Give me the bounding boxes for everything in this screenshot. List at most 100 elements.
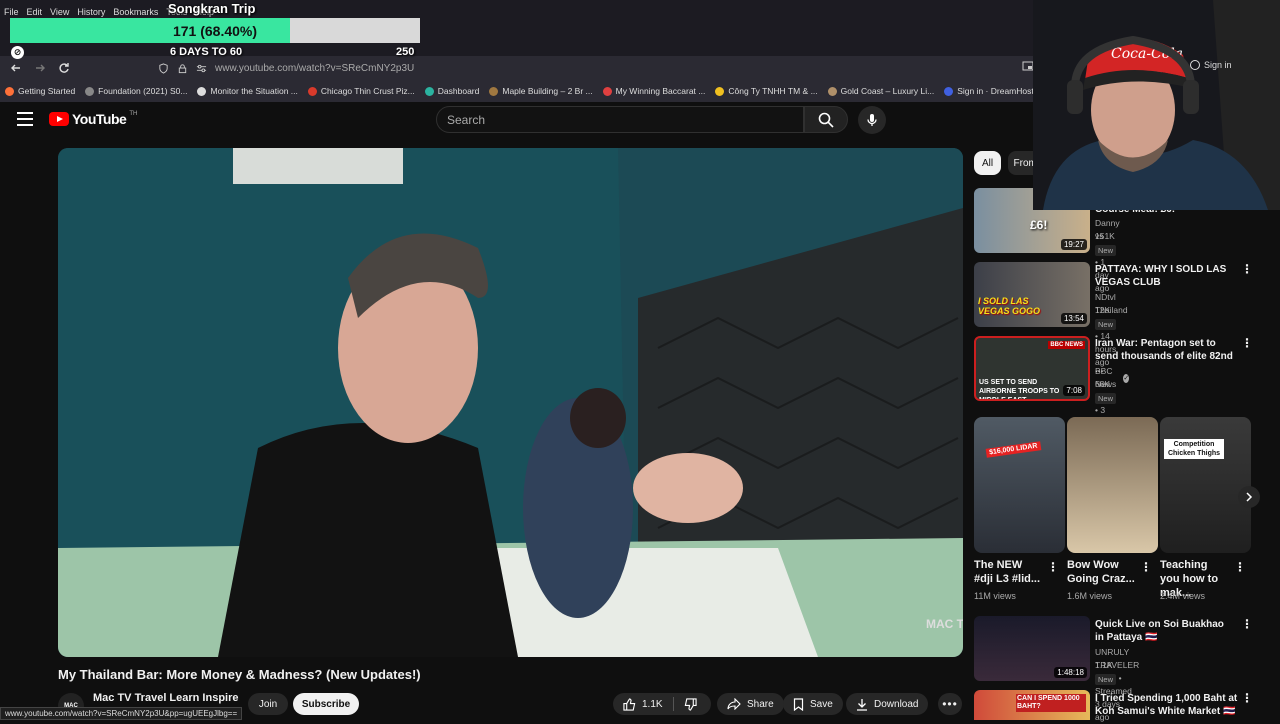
bookmark-label: Chicago Thin Crust Piz... [320, 86, 415, 96]
new-badge: New [1095, 245, 1117, 256]
menu-icon[interactable] [17, 112, 33, 126]
short-thumbnail[interactable] [1067, 417, 1158, 553]
bookmark-item[interactable]: Monitor the Situation ... [192, 86, 302, 96]
save-label: Save [810, 698, 833, 710]
menu-bookmarks[interactable]: Bookmarks [113, 7, 158, 17]
back-button[interactable] [4, 56, 28, 80]
bookmark-item[interactable]: Gold Coast – Luxury Li... [823, 86, 940, 96]
reload-button[interactable] [52, 56, 76, 80]
like-count: 1.1K [642, 698, 663, 710]
url-text[interactable]: www.youtube.com/watch?v=SReCmNY2p3U [215, 63, 414, 74]
thumbs-down-icon[interactable] [684, 697, 697, 711]
bookmark-item[interactable]: Công Ty TNHH TM & ... [710, 86, 822, 96]
bookmark-item[interactable]: My Winning Baccarat ... [598, 86, 711, 96]
bookmark-favicon-icon [307, 86, 317, 96]
download-icon [857, 698, 867, 711]
webcam-overlay: Coca-Cola Sign in [1033, 0, 1280, 210]
menu-history[interactable]: History [77, 7, 105, 17]
search-icon [818, 112, 834, 128]
back-arrow-icon [11, 64, 20, 72]
bookmark-label: Getting Started [18, 86, 76, 96]
search-box [436, 106, 804, 133]
bbc-news-logo: BBC NEWS [1048, 341, 1085, 349]
bookmark-favicon-icon [944, 86, 954, 96]
like-dislike-group: 1.1K [613, 693, 711, 715]
thumbnail-text: I SOLD LAS VEGAS GOGO [978, 296, 1041, 316]
bookmark-item[interactable]: Foundation (2021) S0... [80, 86, 192, 96]
bookmark-label: Gold Coast – Luxury Li... [840, 86, 935, 96]
short-title[interactable]: Bow Wow Going Craz... [1067, 558, 1137, 586]
menu-file[interactable]: File [4, 7, 19, 17]
lock-icon [178, 63, 187, 73]
video-title: Quick Live on Soi Buakhao in Pattaya 🇹🇭 [1095, 619, 1224, 643]
short-views: 2.4M views [1160, 591, 1206, 601]
bookmark-favicon-icon [715, 86, 725, 96]
short-title[interactable]: The NEW #dji L3 #lid... [974, 558, 1044, 586]
new-badge: New [1095, 674, 1117, 685]
thumbnail-text: US SET TO SEND AIRBORNE TROOPS TO MIDDLE… [979, 379, 1060, 401]
more-vertical-icon[interactable]: ⋮ [1241, 617, 1253, 631]
bookmark-item[interactable]: Chicago Thin Crust Piz... [303, 86, 420, 96]
bookmark-favicon-icon [424, 86, 434, 96]
more-vertical-icon[interactable]: ⋮ [1140, 560, 1152, 574]
forward-button[interactable] [28, 56, 52, 80]
thumbs-up-icon[interactable] [623, 697, 636, 711]
bookmark-item[interactable]: Dashboard [420, 86, 485, 96]
overlay-goal-text: 250 [396, 46, 415, 58]
bookmark-favicon-icon [85, 86, 95, 96]
bookmark-favicon-icon [827, 86, 837, 96]
short-thumbnail[interactable]: $16,000 LIDAR [974, 417, 1065, 553]
more-vertical-icon[interactable]: ⋮ [1047, 560, 1059, 574]
account-circle-icon [1190, 60, 1200, 70]
video-title: I Tried Spending 1,000 Baht at Koh Samui… [1095, 693, 1238, 717]
short-views: 1.6M views [1067, 591, 1113, 601]
more-vertical-icon[interactable]: ⋮ [1241, 691, 1253, 705]
chip-all[interactable]: All [974, 151, 1001, 175]
voice-search-button[interactable] [858, 106, 886, 134]
video-duration: 19:27 [1060, 239, 1087, 250]
shorts-next-button[interactable] [1238, 486, 1260, 508]
bookmark-item[interactable]: Maple Building – 2 Br ... [484, 86, 597, 96]
video-duration: 1:48:18 [1054, 667, 1087, 678]
more-vertical-icon[interactable]: ⋮ [1234, 560, 1246, 574]
bookmark-label: Foundation (2021) S0... [98, 86, 188, 96]
channel-name[interactable]: Mac TV Travel Learn Inspire [93, 692, 239, 704]
bookmark-item[interactable]: Sign in · DreamHost [939, 86, 1039, 96]
overlay-days-text: 6 DAYS TO 60 [170, 46, 243, 58]
menu-view[interactable]: View [50, 7, 69, 17]
bookmark-favicon-icon [489, 86, 499, 96]
more-vertical-icon[interactable]: ⋮ [1241, 262, 1253, 276]
menu-edit[interactable]: Edit [27, 7, 43, 17]
bookmark-label: Công Ty TNHH TM & ... [728, 86, 818, 96]
page-settings-icon [196, 64, 207, 72]
share-button[interactable]: Share [717, 693, 784, 715]
sign-in-button[interactable]: Sign in [1190, 60, 1232, 70]
video-thumbnail: I SOLD LAS VEGAS GOGO 13:54 [974, 262, 1090, 327]
video-title: PATTAYA: WHY I SOLD LAS VEGAS CLUB [1095, 264, 1227, 288]
save-button[interactable]: Save [783, 693, 843, 715]
bookmark-label: Sign in · DreamHost [957, 86, 1034, 96]
short-thumbnail[interactable]: Competition Chicken Thighs [1160, 417, 1251, 553]
reload-icon [59, 63, 69, 73]
join-button[interactable]: Join [248, 693, 288, 715]
verified-check-icon: ✓ [1123, 373, 1130, 383]
thumbnail-text: CAN I SPEND 1000 BAHT? [1016, 694, 1086, 712]
search-button[interactable] [804, 106, 848, 133]
search-input[interactable] [437, 107, 803, 132]
subscribe-button[interactable]: Subscribe [293, 693, 359, 715]
goal-progress-bar: 171 (68.40%) [10, 18, 420, 43]
more-vertical-icon[interactable]: ⋮ [1241, 336, 1253, 350]
microphone-icon [867, 114, 877, 126]
video-player[interactable]: MAC TV [58, 148, 963, 657]
address-bar[interactable]: www.youtube.com/watch?v=SReCmNY2p3U [158, 58, 1078, 78]
forward-arrow-icon [36, 64, 45, 72]
share-label: Share [747, 698, 774, 710]
bookmark-favicon-icon [197, 86, 207, 96]
short-views: 11M views [974, 591, 1016, 601]
more-actions-button[interactable]: ••• [938, 693, 962, 715]
youtube-logo[interactable]: YouTube TH [49, 111, 137, 127]
short-thumbnail-text: Competition Chicken Thighs [1164, 439, 1224, 459]
bookmark-item[interactable]: Getting Started [0, 86, 80, 96]
download-button[interactable]: Download [846, 693, 929, 715]
video-frame: MAC TV [58, 148, 963, 657]
